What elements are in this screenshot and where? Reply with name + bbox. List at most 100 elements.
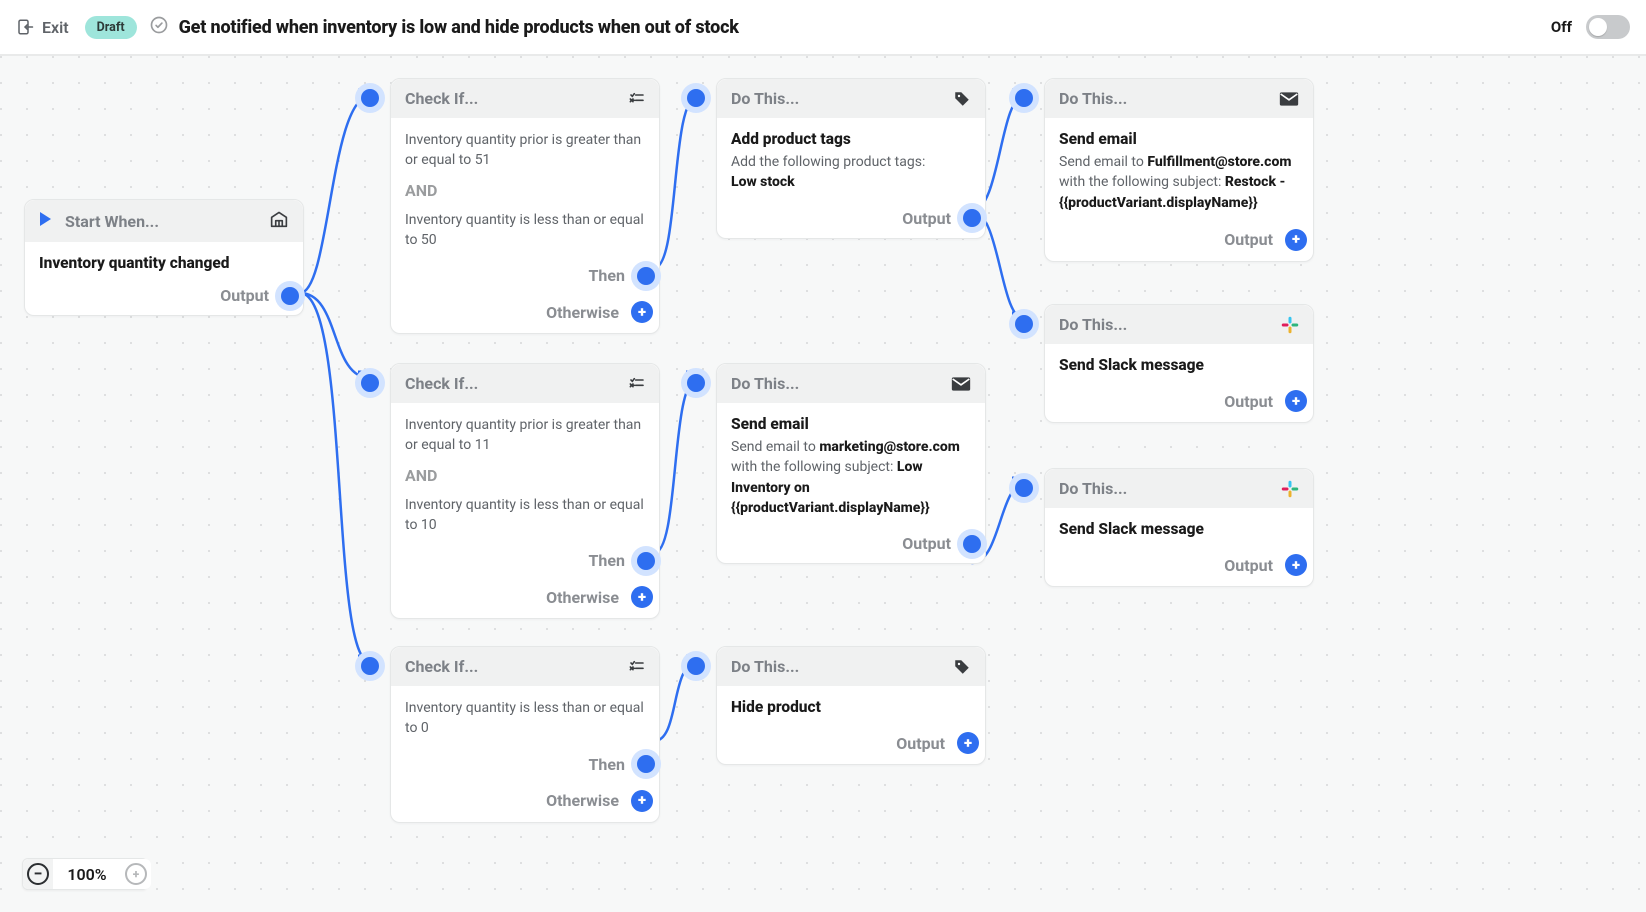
then-label: Then bbox=[589, 266, 625, 285]
cond2-head-label: Check If... bbox=[405, 374, 478, 393]
do-tags-lead: Add the following product tags: bbox=[731, 154, 925, 170]
do-slack-a-head: Do This... bbox=[1045, 305, 1313, 344]
do-email2-title: Send email bbox=[731, 415, 971, 433]
otherwise-label: Otherwise bbox=[546, 791, 619, 810]
do-tags-tag: Low stock bbox=[731, 172, 971, 192]
do-email2-output-row: Output bbox=[717, 528, 985, 563]
zoom-control: 100% bbox=[22, 858, 148, 890]
cond1-head: Check If... bbox=[391, 79, 659, 118]
otherwise-label: Otherwise bbox=[546, 303, 619, 322]
input-port[interactable] bbox=[361, 657, 379, 675]
add-output-button[interactable]: + bbox=[957, 732, 979, 754]
do-tags-title: Add product tags bbox=[731, 130, 971, 148]
output-port[interactable] bbox=[963, 209, 981, 227]
exit-button[interactable]: Exit bbox=[16, 18, 69, 37]
add-output-button[interactable]: + bbox=[1285, 554, 1307, 576]
status-badge: Draft bbox=[85, 16, 137, 39]
trigger-head-label: Start When... bbox=[65, 212, 159, 231]
cond1-line1: Inventory quantity prior is greater than… bbox=[405, 130, 645, 171]
action-add-tags[interactable]: Do This... Add product tags Add the foll… bbox=[716, 78, 986, 239]
cond3-then-row: Then bbox=[391, 749, 659, 784]
checklist-icon bbox=[629, 91, 645, 107]
add-output-button[interactable]: + bbox=[1285, 390, 1307, 412]
add-otherwise-button[interactable]: + bbox=[631, 586, 653, 608]
do-email1-mid: with the following subject: bbox=[1059, 174, 1225, 190]
cond3-line1: Inventory quantity is less than or equal… bbox=[405, 698, 645, 739]
then-port[interactable] bbox=[637, 267, 655, 285]
output-label: Output bbox=[1224, 392, 1273, 411]
then-port[interactable] bbox=[637, 552, 655, 570]
input-port[interactable] bbox=[361, 374, 379, 392]
checklist-icon bbox=[629, 659, 645, 675]
do-tags-head-label: Do This... bbox=[731, 89, 799, 108]
do-slack-a-title: Send Slack message bbox=[1059, 356, 1299, 374]
cond1-line2: Inventory quantity is less than or equal… bbox=[405, 210, 645, 251]
warehouse-icon bbox=[269, 210, 289, 232]
add-otherwise-button[interactable]: + bbox=[631, 301, 653, 323]
output-port[interactable] bbox=[281, 287, 299, 305]
tag-icon bbox=[953, 90, 971, 108]
then-port[interactable] bbox=[637, 755, 655, 773]
do-email2-to: marketing@store.com bbox=[819, 439, 960, 455]
otherwise-label: Otherwise bbox=[546, 588, 619, 607]
cond2-and: AND bbox=[405, 466, 645, 485]
cond2-otherwise-row: Otherwise + bbox=[391, 580, 659, 618]
zoom-out-button[interactable] bbox=[23, 859, 53, 889]
action-send-slack-a[interactable]: Do This... Send Slack message Output + bbox=[1044, 304, 1314, 423]
trigger-output-row: Output bbox=[25, 280, 303, 315]
mail-icon bbox=[1279, 91, 1299, 107]
input-port[interactable] bbox=[1015, 315, 1033, 333]
check-icon bbox=[149, 15, 169, 39]
input-port[interactable] bbox=[687, 89, 705, 107]
cond2-head: Check If... bbox=[391, 364, 659, 403]
action-send-email-marketing[interactable]: Do This... Send email Send email to mark… bbox=[716, 363, 986, 564]
do-email1-output-row: Output + bbox=[1045, 223, 1313, 261]
trigger-node[interactable]: Start When... Inventory quantity changed… bbox=[24, 199, 304, 316]
condition-node-1[interactable]: Check If... Inventory quantity prior is … bbox=[390, 78, 660, 334]
workflow-canvas[interactable]: Start When... Inventory quantity changed… bbox=[0, 56, 1646, 912]
condition-node-3[interactable]: Check If... Inventory quantity is less t… bbox=[390, 646, 660, 823]
do-slack-a-output-row: Output + bbox=[1045, 384, 1313, 422]
cond1-head-label: Check If... bbox=[405, 89, 478, 108]
slack-icon bbox=[1281, 480, 1299, 498]
cond1-otherwise-row: Otherwise + bbox=[391, 295, 659, 333]
do-hide-head: Do This... bbox=[717, 647, 985, 686]
trigger-head: Start When... bbox=[25, 200, 303, 242]
output-label: Output bbox=[1224, 556, 1273, 575]
checklist-icon bbox=[629, 376, 645, 392]
cond3-otherwise-row: Otherwise + bbox=[391, 784, 659, 822]
input-port[interactable] bbox=[1015, 479, 1033, 497]
do-email2-head: Do This... bbox=[717, 364, 985, 403]
action-send-slack-b[interactable]: Do This... Send Slack message Output + bbox=[1044, 468, 1314, 587]
do-slack-b-head-label: Do This... bbox=[1059, 479, 1127, 498]
cond2-line2: Inventory quantity is less than or equal… bbox=[405, 495, 645, 536]
do-email2-head-label: Do This... bbox=[731, 374, 799, 393]
topbar: Exit Draft Get notified when inventory i… bbox=[0, 0, 1646, 56]
output-label: Output bbox=[896, 734, 945, 753]
input-port[interactable] bbox=[687, 657, 705, 675]
trigger-title: Inventory quantity changed bbox=[39, 254, 289, 272]
do-email1-lead: Send email to bbox=[1059, 154, 1147, 170]
cond1-and: AND bbox=[405, 181, 645, 200]
add-otherwise-button[interactable]: + bbox=[631, 790, 653, 812]
input-port[interactable] bbox=[687, 374, 705, 392]
action-hide-product[interactable]: Do This... Hide product Output + bbox=[716, 646, 986, 765]
then-label: Then bbox=[589, 551, 625, 570]
add-output-button[interactable]: + bbox=[1285, 229, 1307, 251]
cond2-then-row: Then bbox=[391, 545, 659, 580]
input-port[interactable] bbox=[361, 89, 379, 107]
action-send-email-fulfillment[interactable]: Do This... Send email Send email to Fulf… bbox=[1044, 78, 1314, 262]
condition-node-2[interactable]: Check If... Inventory quantity prior is … bbox=[390, 363, 660, 619]
on-off-toggle[interactable] bbox=[1586, 15, 1630, 39]
do-email1-title: Send email bbox=[1059, 130, 1299, 148]
output-port[interactable] bbox=[963, 535, 981, 553]
do-email1-head-label: Do This... bbox=[1059, 89, 1127, 108]
zoom-in-button[interactable] bbox=[121, 859, 151, 889]
do-hide-output-row: Output + bbox=[717, 726, 985, 764]
input-port[interactable] bbox=[1015, 89, 1033, 107]
page-title: Get notified when inventory is low and h… bbox=[179, 17, 739, 38]
output-label: Output bbox=[902, 209, 951, 228]
output-label: Output bbox=[902, 534, 951, 553]
do-tags-head: Do This... bbox=[717, 79, 985, 118]
zoom-value: 100% bbox=[53, 865, 121, 884]
